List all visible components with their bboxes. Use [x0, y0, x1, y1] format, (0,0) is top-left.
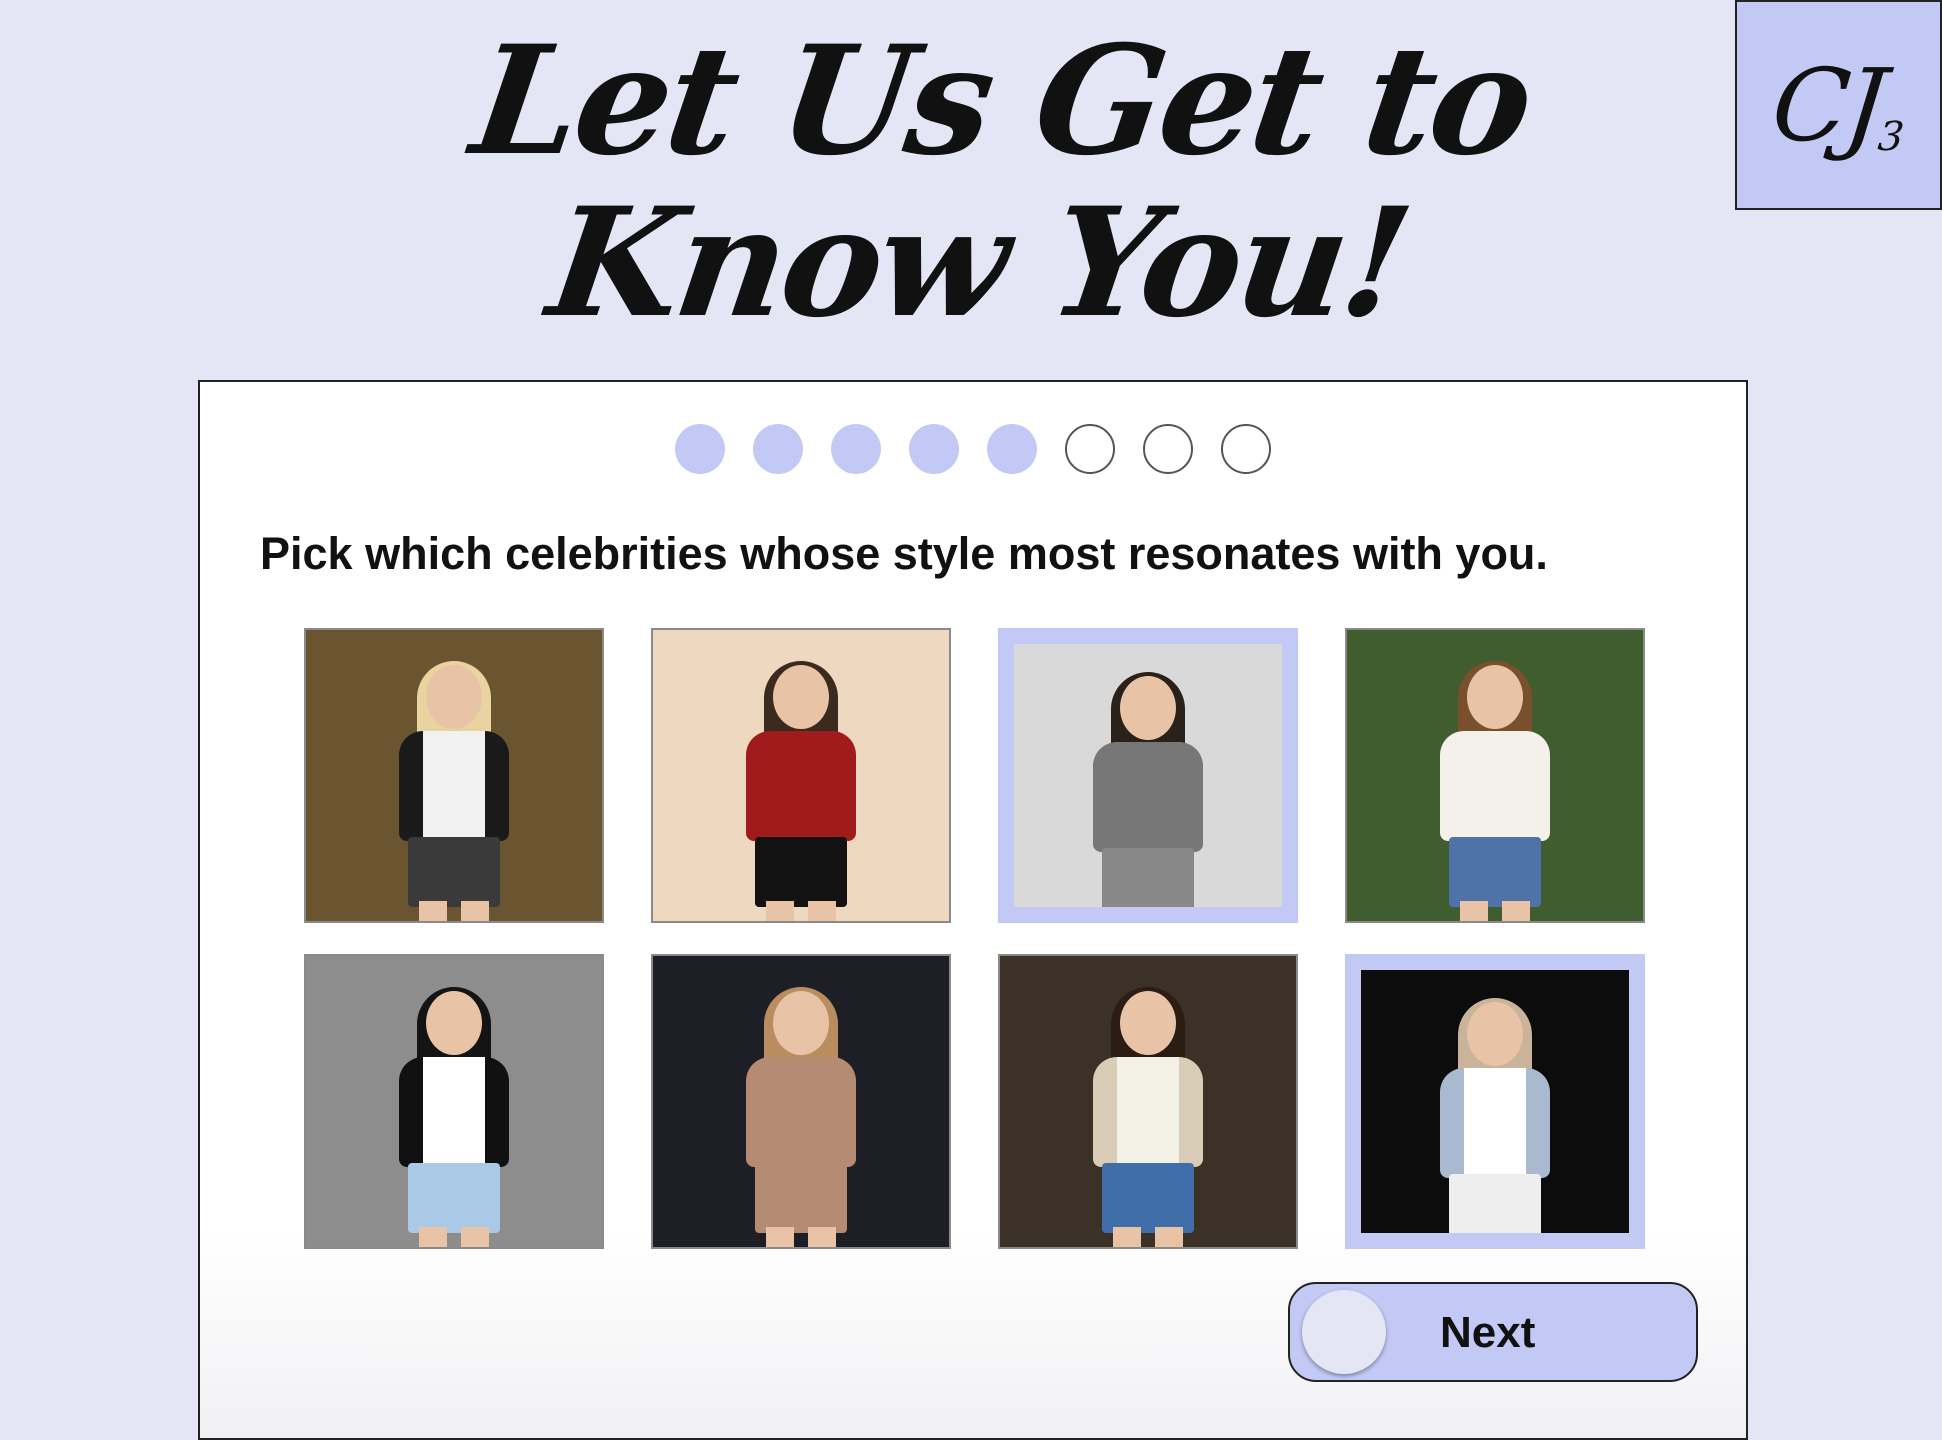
celebrity-photo: [306, 630, 602, 921]
celebrity-option-2[interactable]: [651, 628, 951, 923]
celebrity-option-8[interactable]: [1345, 954, 1645, 1249]
quiz-card: Pick which celebrities whose style most …: [198, 380, 1748, 1440]
progress-step-8: [1221, 424, 1271, 474]
celebrity-option-6[interactable]: [651, 954, 951, 1249]
progress-step-3: [831, 424, 881, 474]
person-figure: [741, 660, 861, 921]
celebrity-option-3[interactable]: [998, 628, 1298, 923]
celebrity-option-7[interactable]: [998, 954, 1298, 1249]
celebrity-photo: [653, 956, 949, 1247]
celebrity-photo: [1361, 970, 1629, 1233]
person-figure: [741, 986, 861, 1247]
person-figure: [1088, 671, 1208, 907]
celebrity-photo: [306, 956, 602, 1247]
next-button-label: Next: [1440, 1308, 1536, 1357]
person-figure: [1435, 997, 1555, 1233]
progress-step-2: [753, 424, 803, 474]
next-button[interactable]: Next: [1288, 1282, 1698, 1382]
person-figure: [1088, 986, 1208, 1247]
progress-step-1: [675, 424, 725, 474]
celebrity-photo: [1347, 630, 1643, 921]
question-prompt: Pick which celebrities whose style most …: [260, 528, 1548, 579]
celebrity-option-5[interactable]: [304, 954, 604, 1249]
progress-step-5: [987, 424, 1037, 474]
progress-step-6: [1065, 424, 1115, 474]
logo-text: CJ3: [1767, 46, 1903, 164]
celebrity-option-4[interactable]: [1345, 628, 1645, 923]
celebrity-photo: [653, 630, 949, 921]
brand-logo: CJ3: [1735, 0, 1942, 210]
person-figure: [394, 986, 514, 1247]
celebrity-photo: [1014, 644, 1282, 907]
person-figure: [394, 660, 514, 921]
progress-step-4: [909, 424, 959, 474]
person-figure: [1435, 660, 1555, 921]
toggle-knob-icon: [1302, 1290, 1386, 1374]
celebrity-photo: [1000, 956, 1296, 1247]
progress-step-7: [1143, 424, 1193, 474]
celebrity-grid: [304, 628, 1645, 1249]
celebrity-option-1[interactable]: [304, 628, 604, 923]
page-title: Let Us Get to Know You!: [462, 13, 1540, 351]
progress-steps: [200, 424, 1746, 474]
